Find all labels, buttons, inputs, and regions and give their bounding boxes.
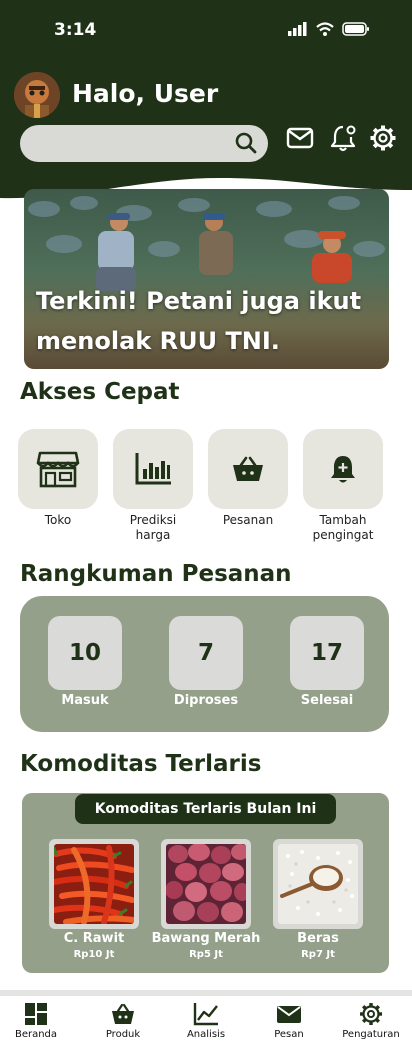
- quick-access-label: Pesanan: [222, 513, 274, 527]
- commodities-title: Komoditas Terlaris: [20, 751, 262, 777]
- basket-icon: [112, 1003, 134, 1024]
- order-summary-masuk[interactable]: 10 Masuk: [48, 616, 122, 708]
- quick-access-title: Akses Cepat: [20, 379, 180, 405]
- quick-access-tile[interactable]: [113, 429, 193, 509]
- rice-image: [278, 844, 358, 924]
- home-grid-icon: [25, 1003, 47, 1025]
- order-summary-card: 10 Masuk 7 Diproses 17 Selesai: [20, 596, 389, 732]
- commodities-card: Komoditas Terlaris Bulan Ini C. Rawit Rp…: [22, 793, 389, 973]
- search-field[interactable]: [34, 131, 224, 156]
- commodity-name: C. Rawit: [63, 931, 125, 946]
- mail-icon: [277, 1006, 301, 1023]
- commodity-image: [49, 839, 139, 929]
- basket-icon: [233, 456, 263, 481]
- quick-access-prediksi-harga[interactable]: Prediksi harga: [113, 429, 193, 543]
- quick-access-label: Tambah pengingat: [312, 513, 374, 542]
- order-status-label: Selesai: [300, 693, 354, 708]
- search-input[interactable]: [20, 125, 268, 162]
- nav-label: Beranda: [14, 1029, 58, 1040]
- nav-label: Pengaturan: [342, 1029, 400, 1040]
- settings-gear-icon[interactable]: [369, 124, 397, 152]
- bar-chart-icon: [135, 453, 171, 485]
- order-summary-diproses[interactable]: 7 Diproses: [169, 616, 243, 708]
- order-summary-selesai[interactable]: 17 Selesai: [290, 616, 364, 708]
- commodity-image: [161, 839, 251, 929]
- chili-image: [54, 844, 134, 924]
- order-count: 17: [290, 616, 364, 690]
- order-count: 10: [48, 616, 122, 690]
- search-icon[interactable]: [234, 131, 258, 155]
- quick-access-tambah-pengingat[interactable]: Tambah pengingat: [303, 429, 383, 543]
- quick-access-toko[interactable]: Toko: [18, 429, 98, 528]
- store-icon: [36, 451, 80, 488]
- nav-pesan[interactable]: Pesan: [249, 1002, 329, 1040]
- nav-label: Produk: [105, 1029, 141, 1040]
- nav-analisis[interactable]: Analisis: [166, 1002, 246, 1040]
- notification-bell-icon[interactable]: [329, 124, 357, 152]
- battery-icon: [342, 22, 369, 36]
- status-time: 3:14: [54, 20, 97, 40]
- commodities-subtitle: Komoditas Terlaris Bulan Ini: [75, 794, 336, 824]
- nav-produk[interactable]: Produk: [83, 1002, 163, 1040]
- commodity-name: Beras: [297, 931, 339, 946]
- quick-access-tile[interactable]: [303, 429, 383, 509]
- quick-access-tile[interactable]: [208, 429, 288, 509]
- banner-title: Terkini! Petani juga ikut menolak RUU TN…: [36, 287, 362, 355]
- nav-beranda[interactable]: Beranda: [0, 1002, 76, 1040]
- mail-icon[interactable]: [286, 124, 314, 152]
- commodity-image: [273, 839, 363, 929]
- status-icons: [288, 22, 370, 36]
- commodity-name: Bawang Merah: [151, 931, 261, 946]
- news-banner[interactable]: Terkini! Petani juga ikut menolak RUU TN…: [24, 189, 389, 369]
- quick-access-label: Toko: [44, 513, 72, 527]
- shallot-image: [166, 844, 246, 924]
- bell-plus-icon: [331, 456, 355, 483]
- app-header: 3:14 Halo, User: [0, 0, 412, 205]
- quick-access-tile[interactable]: [18, 429, 98, 509]
- bottom-navigation: Beranda Produk Analisis Pesan Pengaturan: [0, 990, 412, 1056]
- wifi-icon: [316, 22, 334, 36]
- order-summary-title: Rangkuman Pesanan: [20, 561, 292, 587]
- commodity-price: Rp10 Jt: [73, 949, 115, 960]
- avatar-image: [14, 72, 60, 118]
- avatar[interactable]: [14, 72, 60, 118]
- analytics-icon: [193, 1003, 218, 1026]
- commodity-price: Rp5 Jt: [189, 949, 223, 960]
- quick-access-pesanan[interactable]: Pesanan: [208, 429, 288, 528]
- order-status-label: Masuk: [61, 693, 109, 708]
- greeting: Halo, User: [72, 79, 219, 108]
- nav-pengaturan[interactable]: Pengaturan: [331, 1002, 411, 1040]
- nav-label: Analisis: [186, 1029, 226, 1040]
- gear-icon: [360, 1003, 382, 1025]
- quick-access-label: Prediksi harga: [129, 513, 177, 542]
- order-status-label: Diproses: [173, 693, 239, 708]
- nav-label: Pesan: [274, 1029, 304, 1040]
- signal-icon: [288, 22, 307, 36]
- order-count: 7: [169, 616, 243, 690]
- commodity-price: Rp7 Jt: [301, 949, 335, 960]
